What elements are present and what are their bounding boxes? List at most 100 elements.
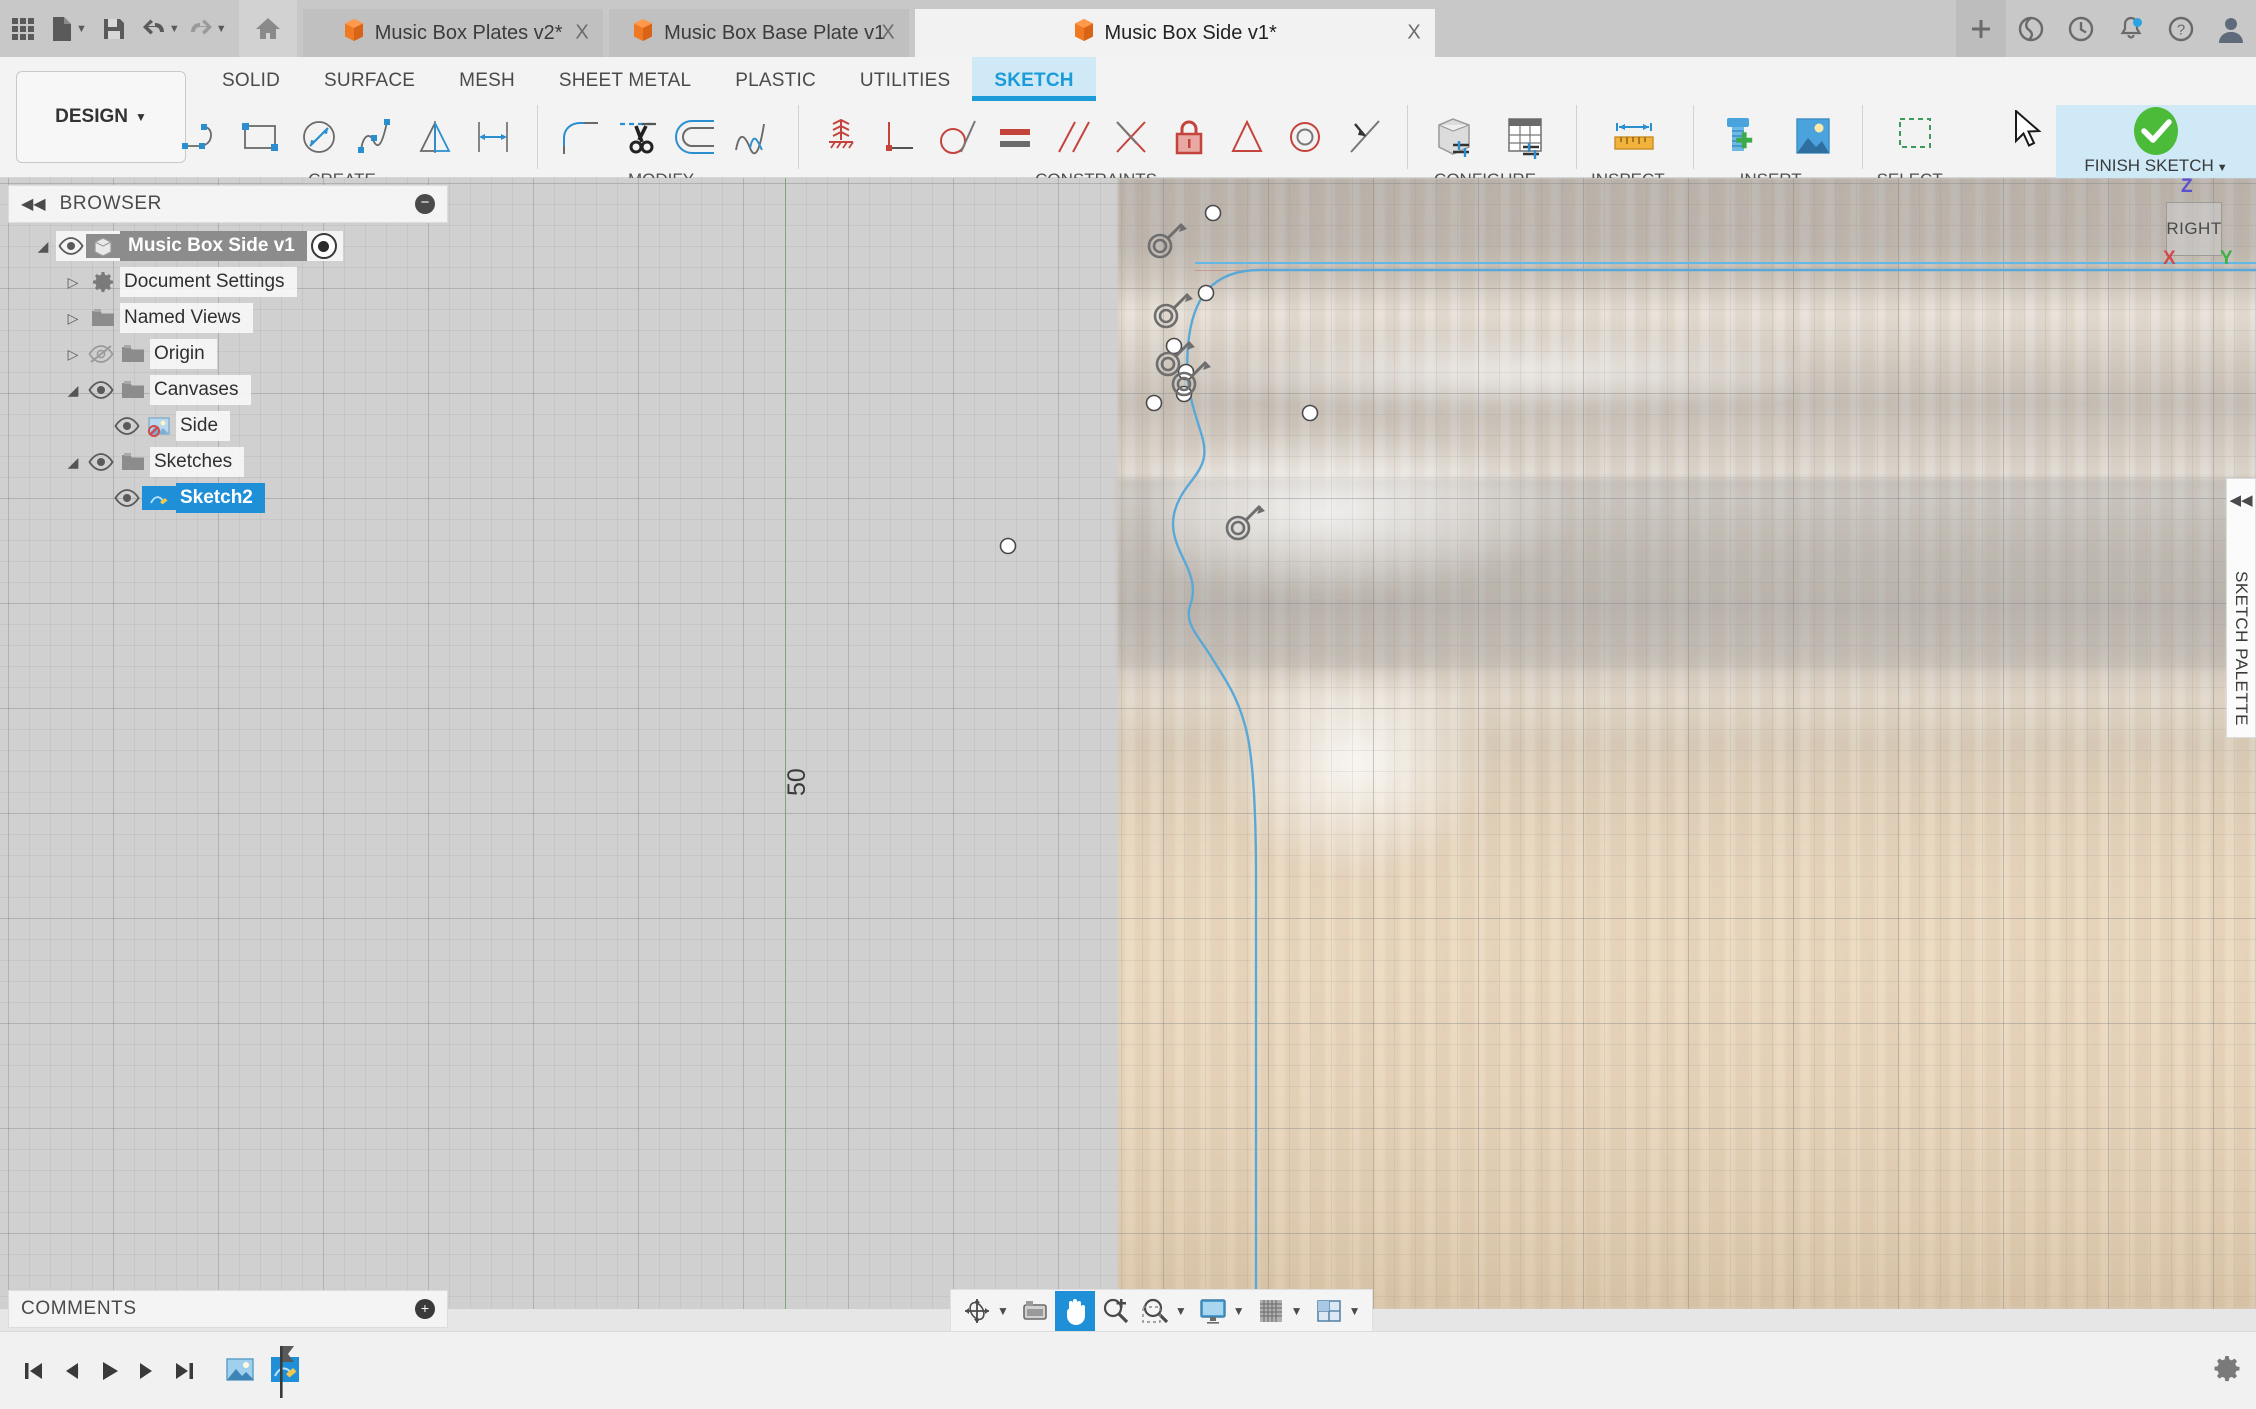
eye-visible-icon[interactable]	[112, 417, 142, 435]
tab-solid[interactable]: SOLID	[200, 57, 302, 101]
skip-to-start-icon[interactable]	[14, 1346, 52, 1396]
tangent-icon[interactable]	[929, 106, 987, 168]
save-icon[interactable]	[91, 0, 137, 57]
perpendicular-icon[interactable]	[871, 106, 929, 168]
activate-component-radio[interactable]	[311, 233, 337, 259]
tab-utilities[interactable]: UTILITIES	[838, 57, 972, 101]
line-icon[interactable]	[175, 106, 233, 168]
tab-mesh[interactable]: MESH	[437, 57, 537, 101]
tab-surface[interactable]: SURFACE	[302, 57, 437, 101]
sketch-dimension-icon[interactable]	[465, 106, 523, 168]
measure-icon[interactable]	[1600, 106, 1670, 168]
tree-node-label[interactable]: Sketches	[150, 447, 244, 477]
minus-circle-icon[interactable]: −	[415, 194, 435, 214]
play-icon[interactable]	[90, 1346, 128, 1396]
tree-node-label[interactable]: Music Box Side v1	[120, 231, 307, 261]
new-tab-plus-icon[interactable]	[1956, 0, 2006, 57]
workspace-selector-design[interactable]: DESIGN ▼	[16, 71, 186, 163]
job-status-clock-icon[interactable]	[2056, 0, 2106, 57]
comments-panel[interactable]: COMMENTS +	[8, 1290, 448, 1328]
collapse-right-icon[interactable]: ◀◀	[2229, 491, 2252, 509]
help-icon[interactable]: ?	[2156, 0, 2206, 57]
spline-icon[interactable]	[349, 106, 407, 168]
parallel-icon[interactable]	[1045, 106, 1103, 168]
skip-to-end-icon[interactable]	[166, 1346, 204, 1396]
symmetry-icon[interactable]	[1219, 106, 1277, 168]
collapse-arrow-icon[interactable]: ▷	[60, 346, 86, 363]
eye-visible-icon[interactable]	[86, 453, 116, 471]
chevron-down-icon[interactable]: ▼	[135, 110, 147, 124]
circle-icon[interactable]	[291, 106, 349, 168]
tree-node-label[interactable]: Origin	[150, 339, 217, 369]
expand-arrow-icon[interactable]: ◢	[30, 238, 56, 255]
chevron-down-icon[interactable]: ▼	[997, 1304, 1009, 1318]
tree-node-document-settings[interactable]: ▷ Document Settings	[8, 264, 448, 300]
document-tab-1[interactable]: Music Box Base Plate v1 X	[609, 9, 909, 57]
sketch-palette-panel[interactable]: ◀◀ SKETCH PALETTE	[2226, 478, 2256, 738]
display-settings-icon[interactable]	[1193, 1291, 1233, 1331]
trim-scissors-icon[interactable]	[610, 106, 668, 168]
midpoint-icon[interactable]	[1103, 106, 1161, 168]
offset-icon[interactable]	[668, 106, 726, 168]
timeline-settings-gear-icon[interactable]	[2212, 1353, 2242, 1388]
configure-table-icon[interactable]	[1492, 106, 1562, 168]
zoom-window-icon[interactable]	[1135, 1291, 1175, 1331]
tree-node-origin[interactable]: ▷ Origin	[8, 336, 448, 372]
tree-node-named-views[interactable]: ▷ Named Views	[8, 300, 448, 336]
view-cube[interactable]: Z RIGHT X Y	[2158, 178, 2224, 272]
expand-arrow-icon[interactable]: ◢	[60, 382, 86, 399]
tree-node-sketches[interactable]: ◢ Sketches	[8, 444, 448, 480]
collinear-icon[interactable]	[1335, 106, 1393, 168]
tree-node-label[interactable]: Document Settings	[120, 267, 297, 297]
document-tab-0[interactable]: Music Box Plates v2* X	[303, 9, 603, 57]
step-forward-icon[interactable]	[128, 1346, 166, 1396]
eye-hidden-icon[interactable]	[86, 344, 116, 364]
file-menu-button[interactable]: ▼	[46, 0, 91, 57]
configure-body-icon[interactable]	[1422, 106, 1492, 168]
eye-visible-icon[interactable]	[56, 237, 86, 255]
lock-fix-icon[interactable]	[1161, 106, 1219, 168]
extensions-icon[interactable]	[2006, 0, 2056, 57]
chevron-down-icon[interactable]: ▼	[2217, 162, 2228, 174]
account-avatar-icon[interactable]	[2206, 0, 2256, 57]
canvas-feature-icon[interactable]	[218, 1348, 264, 1394]
close-icon[interactable]: X	[881, 22, 894, 45]
expand-arrow-icon[interactable]: ◢	[60, 454, 86, 471]
close-icon[interactable]: X	[1407, 22, 1420, 45]
equal-icon[interactable]	[987, 106, 1045, 168]
tab-plastic[interactable]: PLASTIC	[713, 57, 838, 101]
fillet-icon[interactable]	[552, 106, 610, 168]
eye-visible-icon[interactable]	[112, 489, 142, 507]
step-back-icon[interactable]	[52, 1346, 90, 1396]
pan-hand-icon[interactable]	[1055, 1291, 1095, 1331]
tree-node-label[interactable]: Side	[176, 411, 230, 441]
insert-mcmaster-icon[interactable]	[1708, 106, 1778, 168]
mirror-icon[interactable]	[407, 106, 465, 168]
home-icon[interactable]	[239, 0, 297, 57]
viewports-icon[interactable]	[1309, 1291, 1349, 1331]
tree-node-label[interactable]: Named Views	[120, 303, 253, 333]
tab-sketch[interactable]: SKETCH	[972, 57, 1095, 101]
tree-node-label[interactable]: Sketch2	[176, 483, 265, 513]
chevron-down-icon[interactable]: ▼	[1291, 1304, 1303, 1318]
chevron-down-icon[interactable]: ▼	[1233, 1304, 1245, 1318]
concentric-icon[interactable]	[1277, 106, 1335, 168]
chevron-down-icon[interactable]: ▼	[216, 23, 227, 35]
finish-sketch-button[interactable]: FINISH SKETCH▼	[2056, 105, 2256, 178]
orbit-icon[interactable]	[957, 1291, 997, 1331]
zoom-in-icon[interactable]	[1095, 1291, 1135, 1331]
tab-sheet-metal[interactable]: SHEET METAL	[537, 57, 713, 101]
timeline-marker-icon[interactable]	[270, 1344, 296, 1405]
close-icon[interactable]: X	[575, 22, 588, 45]
fix-ground-icon[interactable]	[813, 106, 871, 168]
tree-node-music-box-side[interactable]: ◢ Music Box Side v1	[8, 228, 448, 264]
chevron-down-icon[interactable]: ▼	[1349, 1304, 1361, 1318]
plus-circle-icon[interactable]: +	[415, 1299, 435, 1319]
curvature-comb-icon[interactable]	[726, 106, 784, 168]
tree-node-side-canvas[interactable]: Side	[8, 408, 448, 444]
grid-snap-icon[interactable]	[1251, 1291, 1291, 1331]
app-grid-icon[interactable]	[0, 0, 46, 57]
chevron-down-icon[interactable]: ▼	[76, 23, 87, 35]
insert-canvas-icon[interactable]	[1778, 106, 1848, 168]
document-tab-2[interactable]: Music Box Side v1* X	[915, 9, 1435, 57]
